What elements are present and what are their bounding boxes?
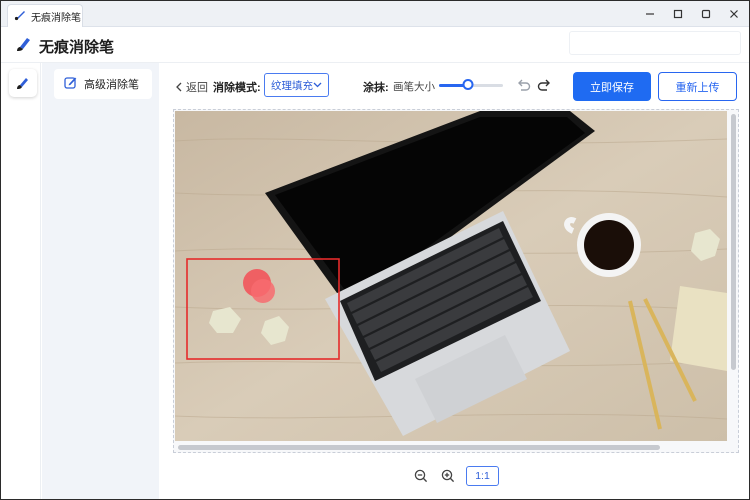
title-bar: 无痕消除笔 bbox=[1, 1, 749, 27]
photo[interactable] bbox=[175, 111, 727, 441]
app-title: 无痕消除笔 bbox=[15, 35, 114, 57]
tool-rail bbox=[1, 63, 41, 499]
sidebar: 高级消除笔 bbox=[42, 63, 159, 499]
eraser-logo-icon bbox=[15, 35, 33, 57]
mode-select[interactable]: 纹理填充 bbox=[264, 73, 329, 97]
maximize-icon bbox=[673, 9, 683, 19]
mode-select-value: 纹理填充 bbox=[271, 79, 313, 92]
redo-button[interactable] bbox=[535, 76, 553, 94]
close-button[interactable] bbox=[720, 1, 748, 27]
app-window: 无痕消除笔 无痕消除笔 高级消除笔 返回 消除模式: 纹理填充 涂抹: 画笔大小… bbox=[0, 0, 750, 500]
sidebar-item-label: 高级消除笔 bbox=[84, 79, 139, 91]
brush-size-slider[interactable] bbox=[439, 79, 503, 91]
horizontal-scrollbar[interactable] bbox=[178, 445, 660, 450]
mode-label: 消除模式: bbox=[213, 82, 261, 94]
vertical-scrollbar[interactable] bbox=[731, 114, 736, 370]
zoom-in-button[interactable] bbox=[440, 468, 456, 484]
eraser-tool-button[interactable] bbox=[9, 69, 37, 97]
zoom-bar: 1:1 bbox=[159, 461, 749, 491]
zoom-reset-button[interactable]: 1:1 bbox=[466, 466, 499, 486]
laptop-desk-image bbox=[175, 111, 727, 441]
minimize-icon bbox=[646, 13, 654, 15]
restore-button[interactable] bbox=[692, 1, 720, 27]
slider-handle[interactable] bbox=[462, 79, 474, 90]
header-blank-field bbox=[569, 31, 741, 55]
restore-icon bbox=[701, 9, 711, 19]
undo-button[interactable] bbox=[514, 76, 532, 94]
chevron-down-icon bbox=[313, 82, 322, 88]
chevron-left-icon bbox=[176, 82, 182, 92]
reupload-button[interactable]: 重新上传 bbox=[658, 72, 737, 101]
window-tab[interactable]: 无痕消除笔 bbox=[7, 4, 83, 27]
edit-icon bbox=[64, 76, 77, 92]
edit-toolbar: 返回 消除模式: 纹理填充 涂抹: 画笔大小 立即保存 重新上传 bbox=[159, 63, 749, 109]
redo-icon bbox=[537, 79, 550, 91]
zoom-in-icon bbox=[441, 469, 455, 483]
brush-icon bbox=[14, 9, 26, 24]
main-panel: 返回 消除模式: 纹理填充 涂抹: 画笔大小 立即保存 重新上传 1:1 bbox=[159, 63, 749, 499]
maximize-button[interactable] bbox=[664, 1, 692, 27]
brush-size-label: 画笔大小 bbox=[393, 81, 435, 93]
zoom-out-icon bbox=[414, 469, 428, 483]
close-icon bbox=[730, 10, 738, 18]
back-button[interactable]: 返回 bbox=[175, 79, 208, 95]
paint-label: 涂抹: bbox=[363, 82, 389, 94]
back-label: 返回 bbox=[186, 82, 208, 94]
window-tab-title: 无痕消除笔 bbox=[31, 12, 81, 24]
sidebar-item-advanced-eraser[interactable]: 高级消除笔 bbox=[54, 69, 152, 99]
save-button[interactable]: 立即保存 bbox=[573, 72, 651, 101]
minimize-button[interactable] bbox=[636, 1, 664, 27]
app-title-text: 无痕消除笔 bbox=[39, 38, 115, 56]
app-header: 无痕消除笔 bbox=[1, 27, 749, 63]
zoom-out-button[interactable] bbox=[413, 468, 429, 484]
undo-icon bbox=[517, 79, 530, 91]
image-canvas[interactable] bbox=[173, 109, 739, 453]
brush-icon bbox=[17, 78, 28, 89]
